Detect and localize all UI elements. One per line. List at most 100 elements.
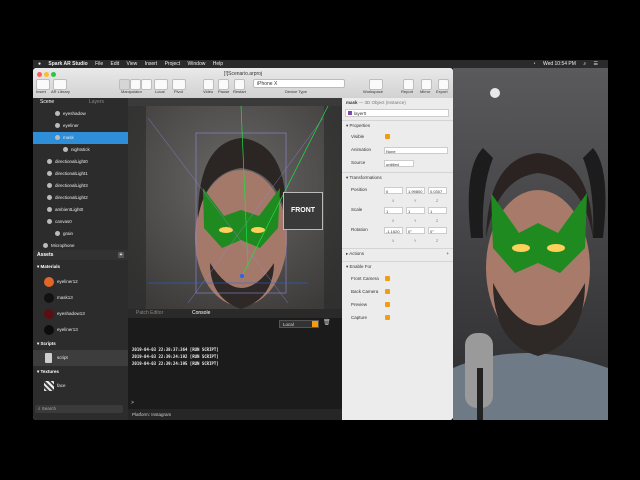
scale-y-field[interactable]: 1 (406, 207, 425, 214)
layer-select[interactable]: layer0 (345, 109, 449, 117)
asset-material-label: eyeliner12 (57, 279, 78, 284)
clock[interactable]: Wed 10:54 PM (543, 60, 576, 68)
spotlight-icon[interactable]: ⌕ (583, 60, 586, 68)
position-x-field[interactable]: 0 (384, 187, 403, 194)
add-asset-button[interactable]: + (118, 252, 124, 258)
pause-label: Pause (218, 89, 230, 94)
position-y-field[interactable]: 1.99800 (406, 187, 425, 194)
object-icon (55, 135, 60, 141)
app-menu[interactable]: Spark AR Studio (48, 60, 87, 68)
materials-header[interactable]: ▾ Materials (33, 262, 128, 272)
scale-z-field[interactable]: 1 (428, 207, 447, 214)
back-camera-checkbox[interactable] (385, 289, 390, 294)
asset-material[interactable]: mask13 (33, 290, 128, 306)
scene-item-mask[interactable]: mask (33, 132, 128, 144)
object-type: — 3D Object (Instance) (358, 100, 406, 105)
front-camera-checkbox[interactable] (385, 276, 390, 281)
tab-layers[interactable]: Layers (89, 98, 104, 107)
scene-item-directional-light-3[interactable]: directionalLight3 (33, 180, 128, 192)
device-select[interactable]: iPhone X (253, 79, 345, 88)
scene-item-eyeliner[interactable]: eyeliner (33, 120, 128, 132)
enable-for-section[interactable]: ▾ Enable For (342, 261, 453, 271)
restart-label: Restart (233, 89, 246, 94)
menu-file[interactable]: File (95, 60, 103, 68)
scene-item-grain[interactable]: grain (33, 228, 128, 240)
actions-section[interactable]: ▸ Actions + (342, 248, 453, 258)
position-label: Position (351, 187, 368, 192)
scene-item-directional-light-2[interactable]: directionalLight2 (33, 192, 128, 204)
source-field[interactable]: untitled (384, 160, 414, 167)
asset-search-input[interactable]: ⌕ Search (35, 405, 123, 413)
view-cube[interactable]: FRONT (283, 192, 323, 230)
scale-tool-icon[interactable] (141, 79, 152, 90)
search-placeholder: Search (41, 406, 57, 411)
scale-x-field[interactable]: 1 (384, 207, 403, 214)
asset-material[interactable]: eyeliner13 (33, 322, 128, 338)
position-z-field[interactable]: 0.0307 (428, 187, 447, 194)
texture-icon (44, 381, 54, 391)
console-log: 2019-04-03 22:38:37:364 [RUN SCRIPT] 201… (132, 346, 219, 367)
object-icon (55, 231, 60, 237)
transformations-section[interactable]: ▾ Transformations (342, 172, 453, 182)
scene-item-label: directionalLight2 (55, 195, 88, 200)
scene-item-directional-light-1[interactable]: directionalLight1 (33, 168, 128, 180)
device-type-label: Device Type (285, 89, 307, 94)
asset-texture-face[interactable]: face (33, 378, 128, 394)
axis-x-label: X (392, 239, 395, 243)
video-label: Video (203, 89, 214, 94)
menu-edit[interactable]: Edit (111, 60, 120, 68)
capture-checkbox[interactable] (385, 315, 390, 320)
scene-item-canvas-0[interactable]: canvas0 (33, 216, 128, 228)
platform-label[interactable]: Platform: Instagram (132, 412, 171, 417)
scene-item-eyeshadow[interactable]: eyeshadow (33, 108, 128, 120)
rotation-x-field[interactable]: -1.1620 (384, 227, 403, 234)
scene-item-ambient-light-0[interactable]: ambientLight0 (33, 204, 128, 216)
console-prompt[interactable]: > (131, 400, 134, 406)
axis-z-label: Z (436, 239, 439, 243)
animation-select[interactable]: None (384, 147, 448, 154)
scene-item-label: canvas0 (55, 219, 72, 224)
menu-list-icon[interactable]: ☰ (594, 60, 598, 68)
menu-project[interactable]: Project (165, 60, 181, 68)
apple-icon[interactable]: ● (38, 60, 41, 68)
layer-value: layer0 (354, 111, 367, 116)
menu-view[interactable]: View (127, 60, 138, 68)
asset-material[interactable]: eyeliner12 (33, 274, 128, 290)
scene-item-directional-light-0[interactable]: directionalLight0 (33, 156, 128, 168)
tab-console[interactable]: Console (192, 309, 210, 318)
enable-for-label: Back Camera (351, 289, 379, 294)
console-panel: Patch Editor Console Local 🗑 2019-04-03 … (128, 309, 342, 420)
tab-scene[interactable]: Scene (40, 98, 54, 107)
asset-script[interactable]: script (33, 350, 128, 366)
scene-item-label: ambientLight0 (55, 207, 84, 212)
menu-help[interactable]: Help (213, 60, 223, 68)
scene-viewport[interactable]: FRONT (128, 98, 342, 309)
scripts-header[interactable]: ▾ Scripts (33, 339, 128, 349)
position-row: Position 0 1.99800 0.0307 X Y Z (342, 184, 453, 204)
layer-color-swatch (348, 111, 352, 115)
wifi-icon[interactable]: ◔ (533, 60, 536, 68)
ar-library-label: AR Library (51, 89, 70, 94)
asset-material[interactable]: eyeshadow13 (33, 306, 128, 322)
menu-window[interactable]: Window (188, 60, 206, 68)
rotation-y-field[interactable]: 0° (406, 227, 425, 234)
preview-checkbox[interactable] (385, 302, 390, 307)
scene-item-label: directionalLight3 (55, 183, 88, 188)
console-scope-select[interactable]: Local (279, 320, 319, 328)
trash-icon[interactable]: 🗑 (323, 319, 331, 326)
add-action-icon[interactable]: + (446, 249, 449, 259)
scene-item-nightstick[interactable]: nightstick (33, 144, 128, 156)
console-line: 2019-04-03 22:39:24:195 [RUN SCRIPT] (132, 361, 219, 366)
menu-insert[interactable]: Insert (145, 60, 158, 68)
scene-item-label: nightstick (71, 147, 90, 152)
rotation-z-field[interactable]: 0° (428, 227, 447, 234)
textures-header[interactable]: ▾ Textures (33, 367, 128, 377)
material-swatch-icon (44, 277, 54, 287)
pivot-label: Pivot (174, 89, 183, 94)
report-label: Report (401, 89, 414, 94)
visible-checkbox[interactable] (385, 134, 390, 139)
tab-patch-editor[interactable]: Patch Editor (136, 309, 163, 318)
properties-section[interactable]: ▾ Properties (342, 120, 453, 130)
object-icon (55, 123, 60, 129)
visible-label: Visible (351, 134, 365, 139)
